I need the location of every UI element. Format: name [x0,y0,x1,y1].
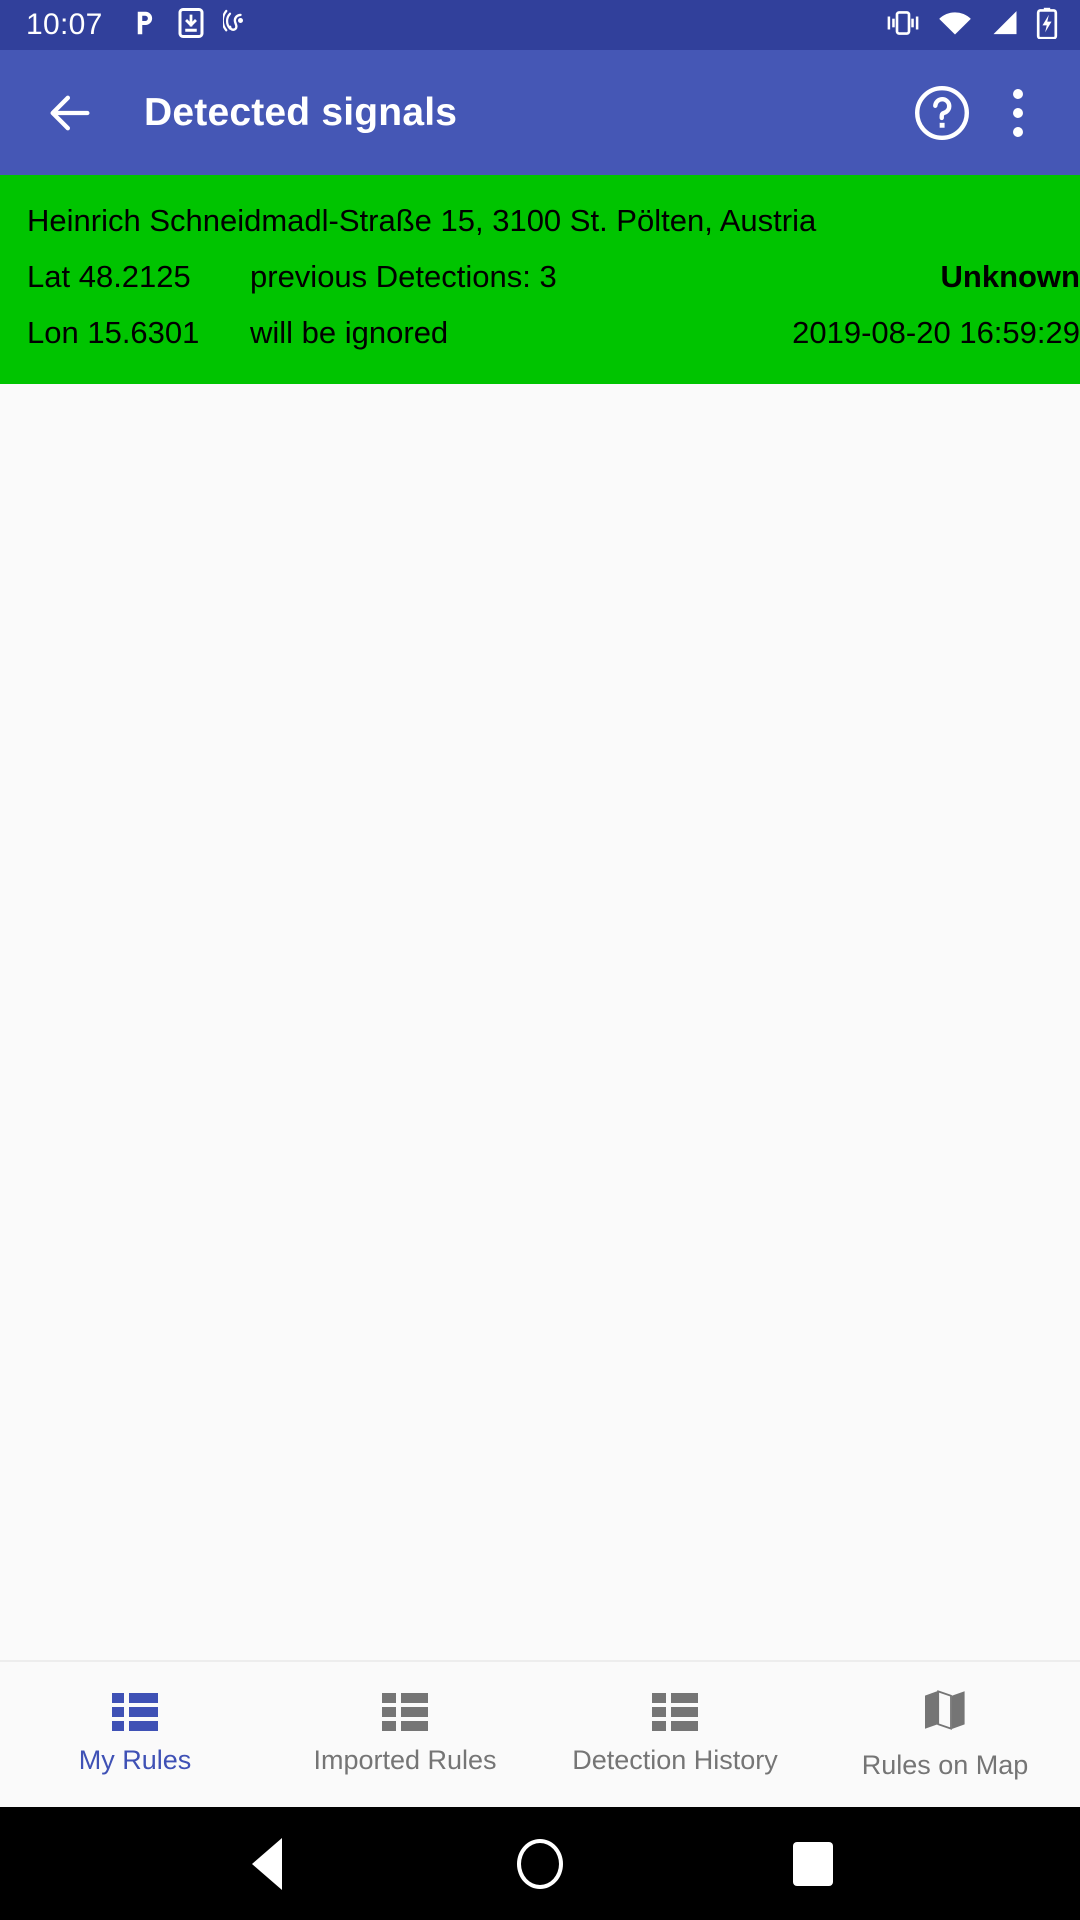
nav-item-imported-rules[interactable]: Imported Rules [270,1662,540,1807]
status-left-icons [129,7,253,43]
nav-label-rules-on-map: Rules on Map [861,1749,1029,1780]
wifi-icon [938,9,972,42]
status-bar: 10:07 [0,0,1080,50]
android-home-button[interactable] [495,1819,585,1909]
page-title: Detected signals [144,90,458,134]
signal-row-lon: Lon 15.6301 will be ignored 2019-08-20 1… [0,305,1080,361]
overflow-menu-button[interactable] [980,75,1056,151]
cellular-signal-icon [989,9,1019,42]
overflow-menu-icon [1013,88,1023,137]
signal-address: Heinrich Schneidmadl-Straße 15, 3100 St.… [27,203,817,238]
phone-screen: 10:07 Detected signals Heinrich Schneidm… [0,0,1080,1920]
status-clock: 10:07 [26,8,103,41]
signal-lat: Lat 48.2125 [27,259,191,294]
nav-label-detection-history: Detection History [572,1745,778,1775]
android-recents-icon [793,1841,834,1886]
bottom-navigation: My Rules Imported Rules Detection Histor… [0,1660,1080,1807]
nav-item-detection-history[interactable]: Detection History [540,1662,810,1807]
signal-lon: Lon 15.6301 [27,315,200,350]
signal-previous-detections: previous Detections: 3 [250,259,557,294]
help-circle-icon [915,85,969,140]
detected-signal-card[interactable]: Heinrich Schneidmadl-Straße 15, 3100 St.… [0,175,1080,384]
signal-status: Unknown [940,259,1080,294]
help-button[interactable] [904,75,980,151]
android-back-button[interactable] [222,1819,312,1909]
list-icon [652,1693,698,1731]
status-right-icons [885,7,1058,44]
list-icon [382,1693,428,1731]
nav-item-my-rules[interactable]: My Rules [0,1662,270,1807]
download-to-phone-icon [177,7,205,43]
signal-ignored-note: will be ignored [250,315,449,350]
nav-label-my-rules: My Rules [78,1745,192,1775]
map-icon [923,1689,967,1736]
signal-row-lat: Lat 48.2125 previous Detections: 3 Unkno… [0,249,1080,305]
list-icon [112,1693,158,1731]
hearing-aid-icon [221,8,253,43]
android-recents-button[interactable] [768,1819,858,1909]
vibrate-icon [885,8,921,43]
signal-timestamp: 2019-08-20 16:59:29 [792,315,1080,350]
nav-label-imported-rules: Imported Rules [313,1745,497,1775]
pocketcasts-p-icon [129,8,159,43]
android-home-icon [516,1838,563,1889]
back-button[interactable] [34,77,106,149]
app-bar: Detected signals [0,50,1080,175]
android-system-navigation [0,1807,1080,1920]
content-area: Heinrich Schneidmadl-Straße 15, 3100 St.… [0,175,1080,1660]
nav-item-rules-on-map[interactable]: Rules on Map [810,1662,1080,1807]
android-back-icon [251,1837,282,1890]
battery-charging-icon [1036,7,1058,44]
arrow-back-icon [50,95,90,130]
